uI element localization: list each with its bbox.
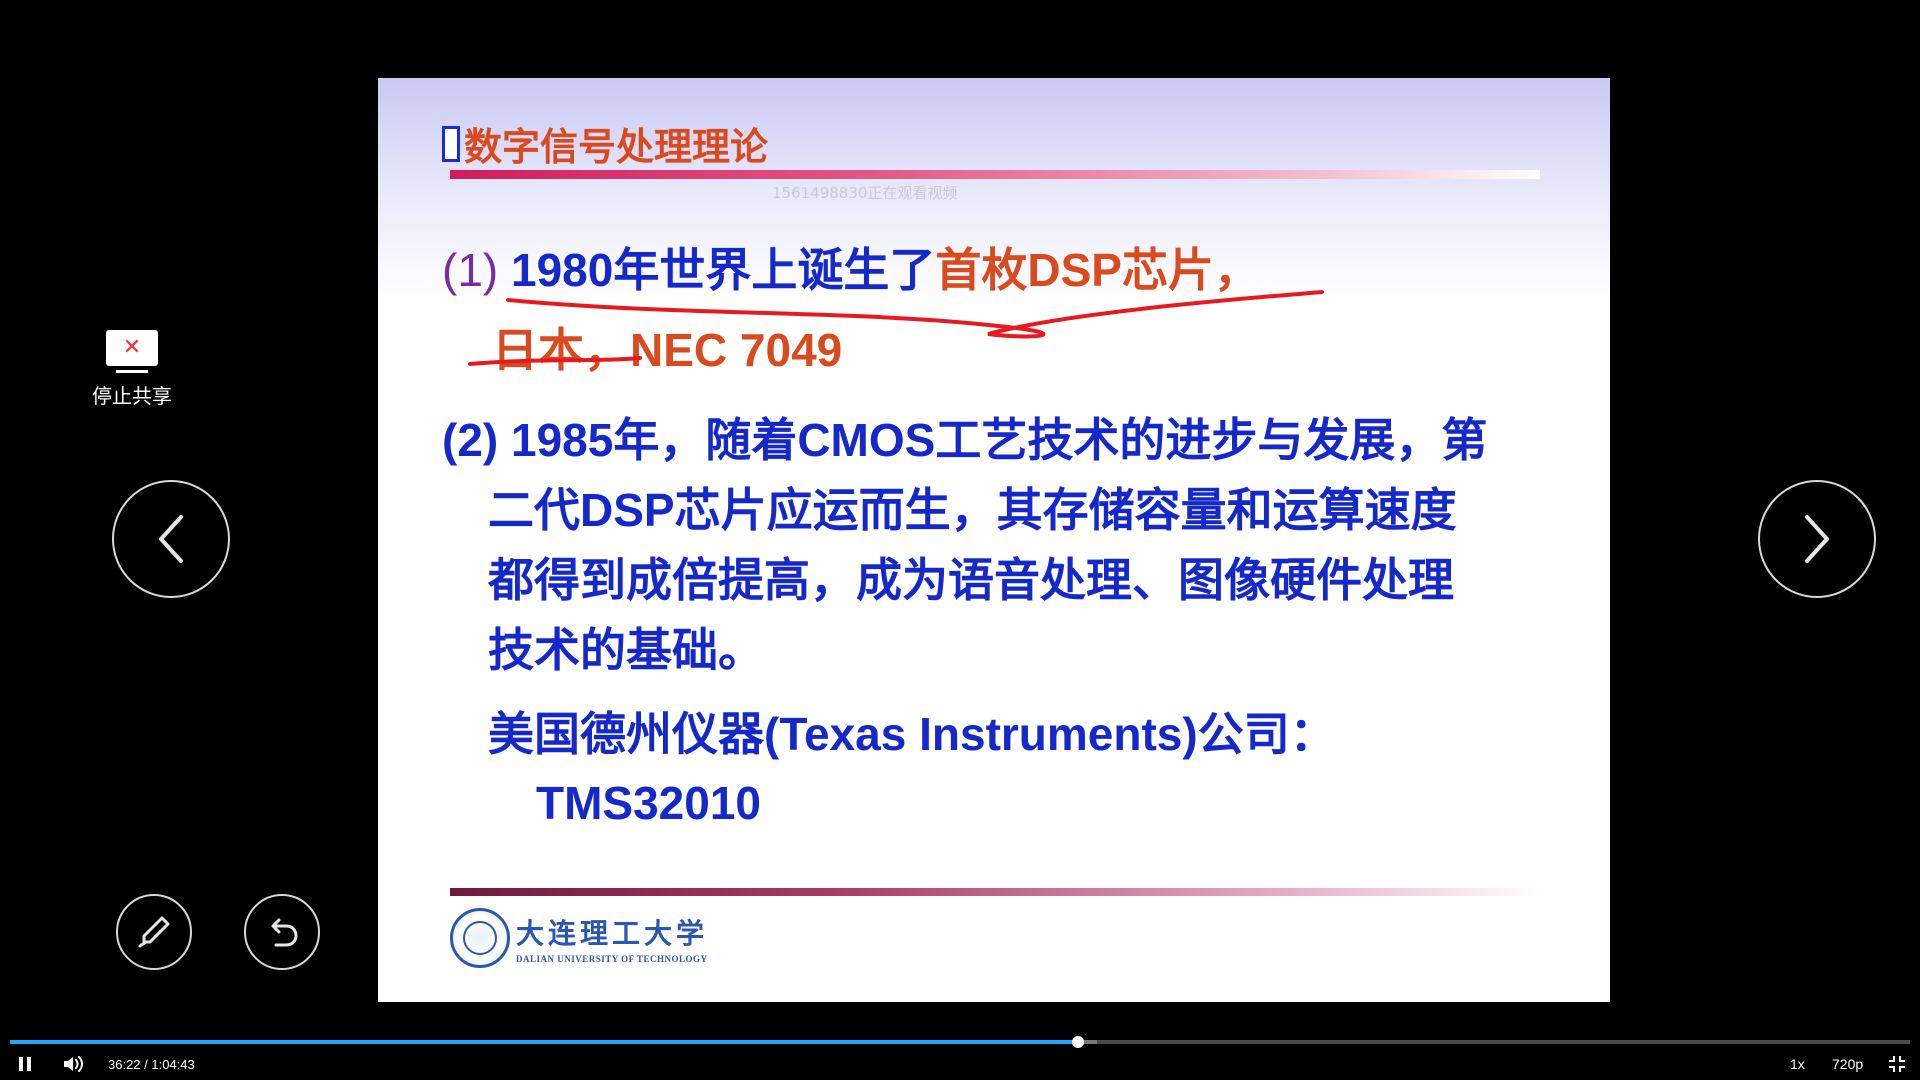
- undo-icon: [271, 918, 298, 947]
- exit-fullscreen-icon: [1889, 1056, 1905, 1072]
- next-slide-button[interactable]: [1758, 480, 1876, 598]
- quality-button[interactable]: 720p: [1832, 1048, 1863, 1080]
- line1-blue-text: 1980年世界上诞生了: [511, 244, 936, 296]
- pause-button[interactable]: [14, 1048, 36, 1080]
- item-number-1: (1): [442, 244, 499, 296]
- line1-orange-text: 首枚DSP芯片，: [935, 244, 1260, 296]
- playback-rate-button[interactable]: 1x: [1790, 1048, 1805, 1080]
- slide-line-6: 技术的基础。: [488, 624, 764, 676]
- seek-handle[interactable]: [1071, 1036, 1084, 1048]
- volume-icon: [64, 1056, 83, 1072]
- slide-line-4: 二代DSP芯片应运而生，其存储容量和运算速度: [488, 484, 1457, 536]
- pen-icon: [138, 916, 170, 948]
- slide-line-3: (2) 1985年，随着CMOS工艺技术的进步与发展，第: [442, 414, 1488, 466]
- time-display: 36:22 / 1:04:43: [108, 1056, 195, 1072]
- undo-button[interactable]: [244, 894, 320, 970]
- player-controls: 36:22 / 1:04:43 1x 720p: [0, 1048, 1920, 1080]
- pen-annotation: [468, 290, 1324, 366]
- slide-line-1: (1) 1980年世界上诞生了首枚DSP芯片，: [442, 234, 1260, 300]
- university-seal-icon: [450, 908, 510, 968]
- slide-line-7: 美国德州仪器(Texas Instruments)公司：: [488, 708, 1336, 760]
- chevron-left-icon: [159, 515, 183, 563]
- video-player: 数字信号处理理论 1561498830正在观看视频 (1) 1980年世界上诞生…: [0, 0, 1920, 1080]
- slide-line-8: TMS32010: [536, 777, 762, 829]
- title-marker: [442, 125, 460, 162]
- played-range: [10, 1040, 1078, 1044]
- footer-rule: [450, 888, 1540, 896]
- logo-english-name: DALIAN UNIVERSITY OF TECHNOLOGY: [516, 954, 708, 964]
- slide-line-2: 日本，NEC 7049: [492, 324, 843, 376]
- chevron-right-icon: [1805, 515, 1829, 563]
- stop-share-button[interactable]: ✕ 停止共享: [84, 330, 180, 409]
- university-logo: 大连理工大学 DALIAN UNIVERSITY OF TECHNOLOGY: [450, 908, 708, 968]
- previous-slide-button[interactable]: [112, 480, 230, 598]
- viewer-watermark: 1561498830正在观看视频: [772, 184, 958, 202]
- pen-tool-button[interactable]: [116, 894, 192, 970]
- seek-bar[interactable]: [10, 1036, 1910, 1048]
- slide-line-5: 都得到成倍提高，成为语音处理、图像硬件处理: [488, 554, 1454, 606]
- stop-share-label: 停止共享: [92, 384, 172, 408]
- slide-title-text: 数字信号处理理论: [464, 125, 769, 169]
- slide: 数字信号处理理论 1561498830正在观看视频 (1) 1980年世界上诞生…: [378, 78, 1610, 1002]
- stop-share-icon: ✕: [106, 330, 158, 373]
- exit-fullscreen-button[interactable]: [1884, 1048, 1910, 1080]
- slide-title: 数字信号处理理论: [442, 116, 768, 171]
- volume-button[interactable]: [60, 1048, 86, 1080]
- logo-chinese-name: 大连理工大学: [516, 917, 709, 950]
- title-rule: [450, 170, 1540, 179]
- pause-icon: [19, 1057, 31, 1071]
